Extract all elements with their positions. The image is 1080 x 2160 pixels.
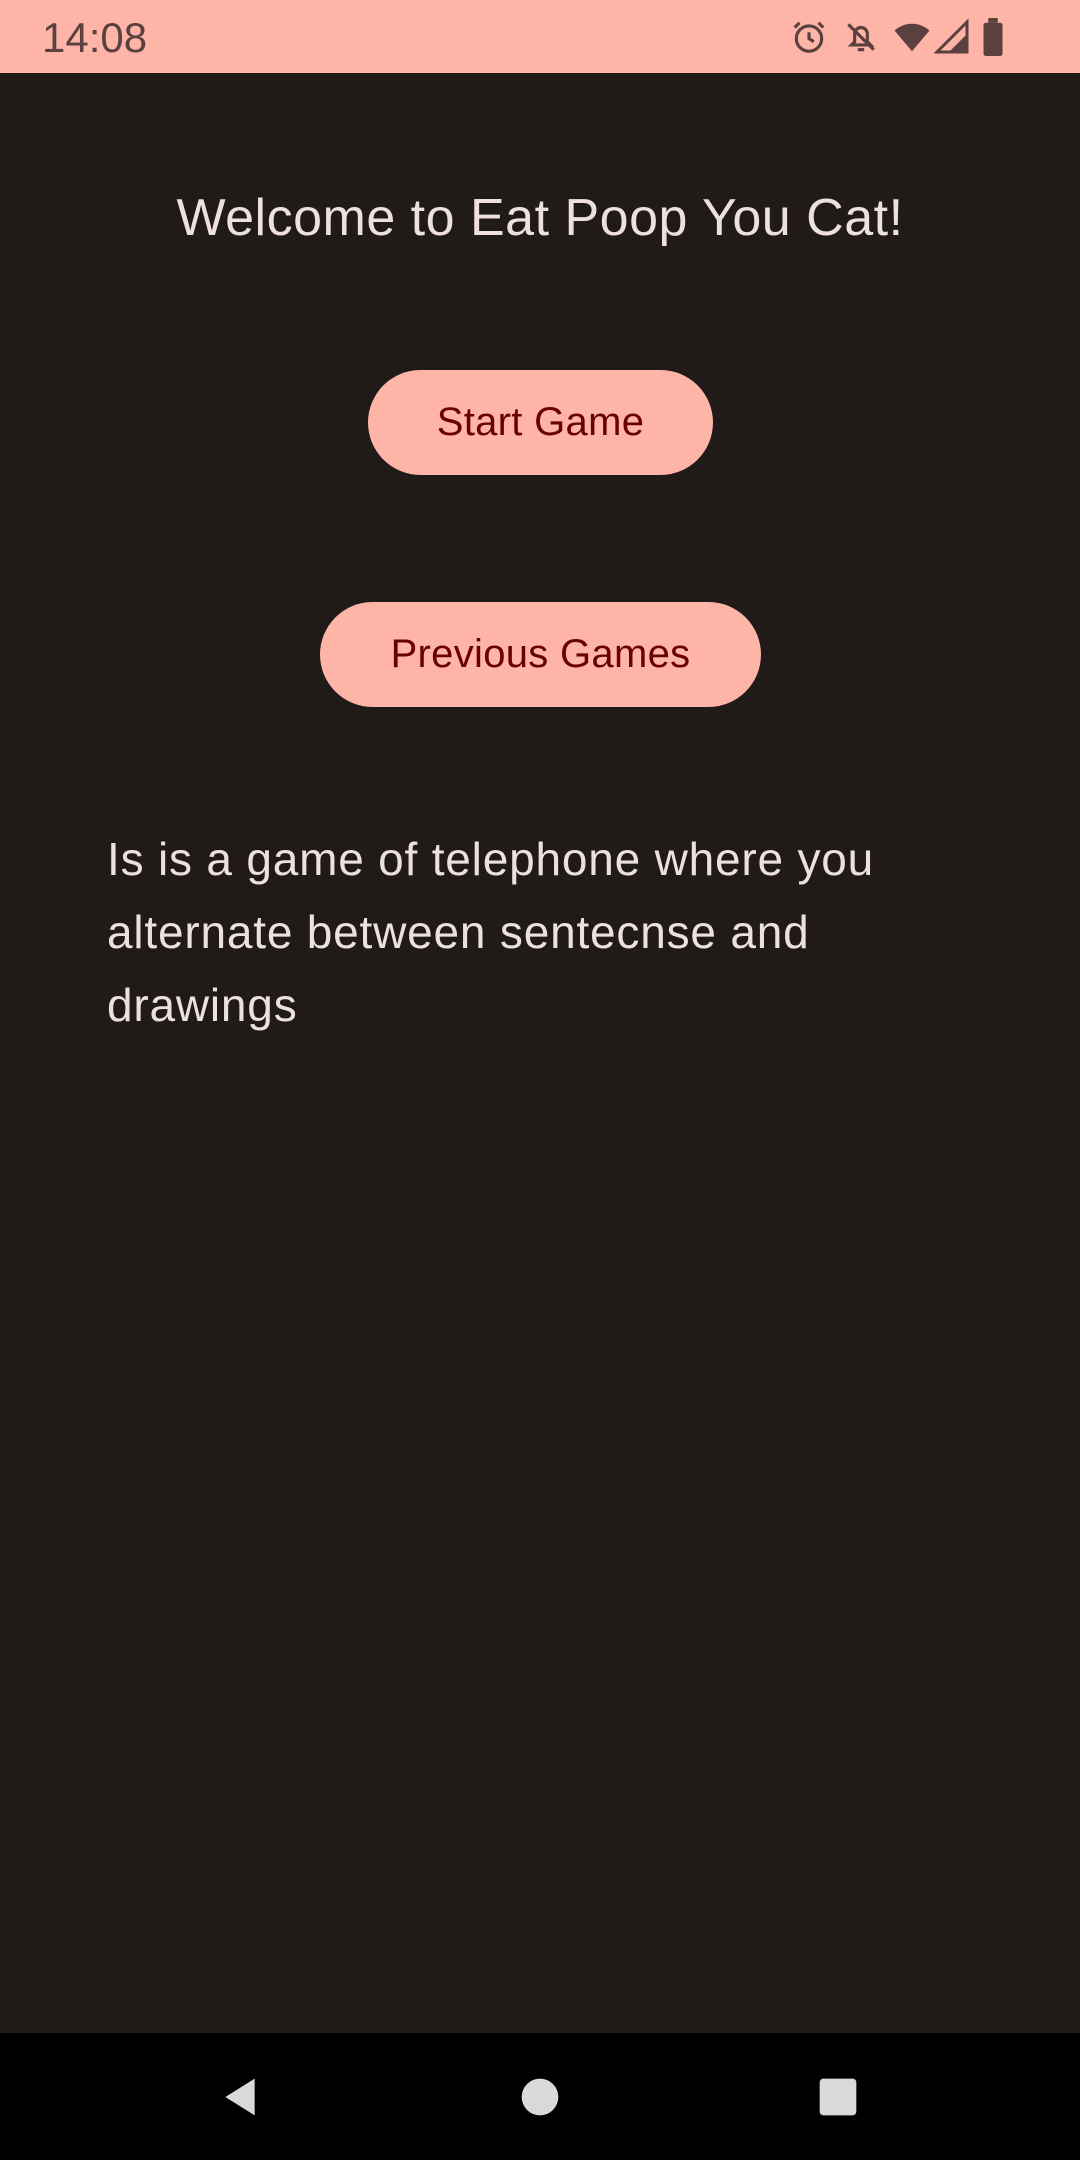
- page-title: Welcome to Eat Poop You Cat!: [176, 189, 904, 247]
- wifi-icon: [894, 23, 930, 52]
- recents-icon: [819, 2078, 857, 2116]
- bell-off-icon: [847, 23, 875, 52]
- signal-icon: [934, 18, 969, 54]
- recents-button[interactable]: [778, 2033, 898, 2160]
- alarm-icon: [793, 21, 825, 53]
- back-button[interactable]: [180, 2033, 300, 2160]
- battery-icon: [983, 18, 1003, 56]
- game-description: Is is a game of telephone where you alte…: [107, 833, 875, 1031]
- status-time: 14:08: [42, 14, 148, 61]
- navigation-bar: [0, 2033, 1080, 2160]
- home-icon: [521, 2078, 559, 2116]
- previous-games-button[interactable]: Previous Games: [320, 602, 761, 707]
- home-button[interactable]: [480, 2033, 600, 2160]
- back-icon: [225, 2078, 255, 2116]
- app-screen: Welcome to Eat Poop You Cat! Start Game …: [0, 73, 1080, 2033]
- status-bar: 14:08: [0, 0, 1080, 73]
- start-game-button[interactable]: Start Game: [368, 370, 713, 475]
